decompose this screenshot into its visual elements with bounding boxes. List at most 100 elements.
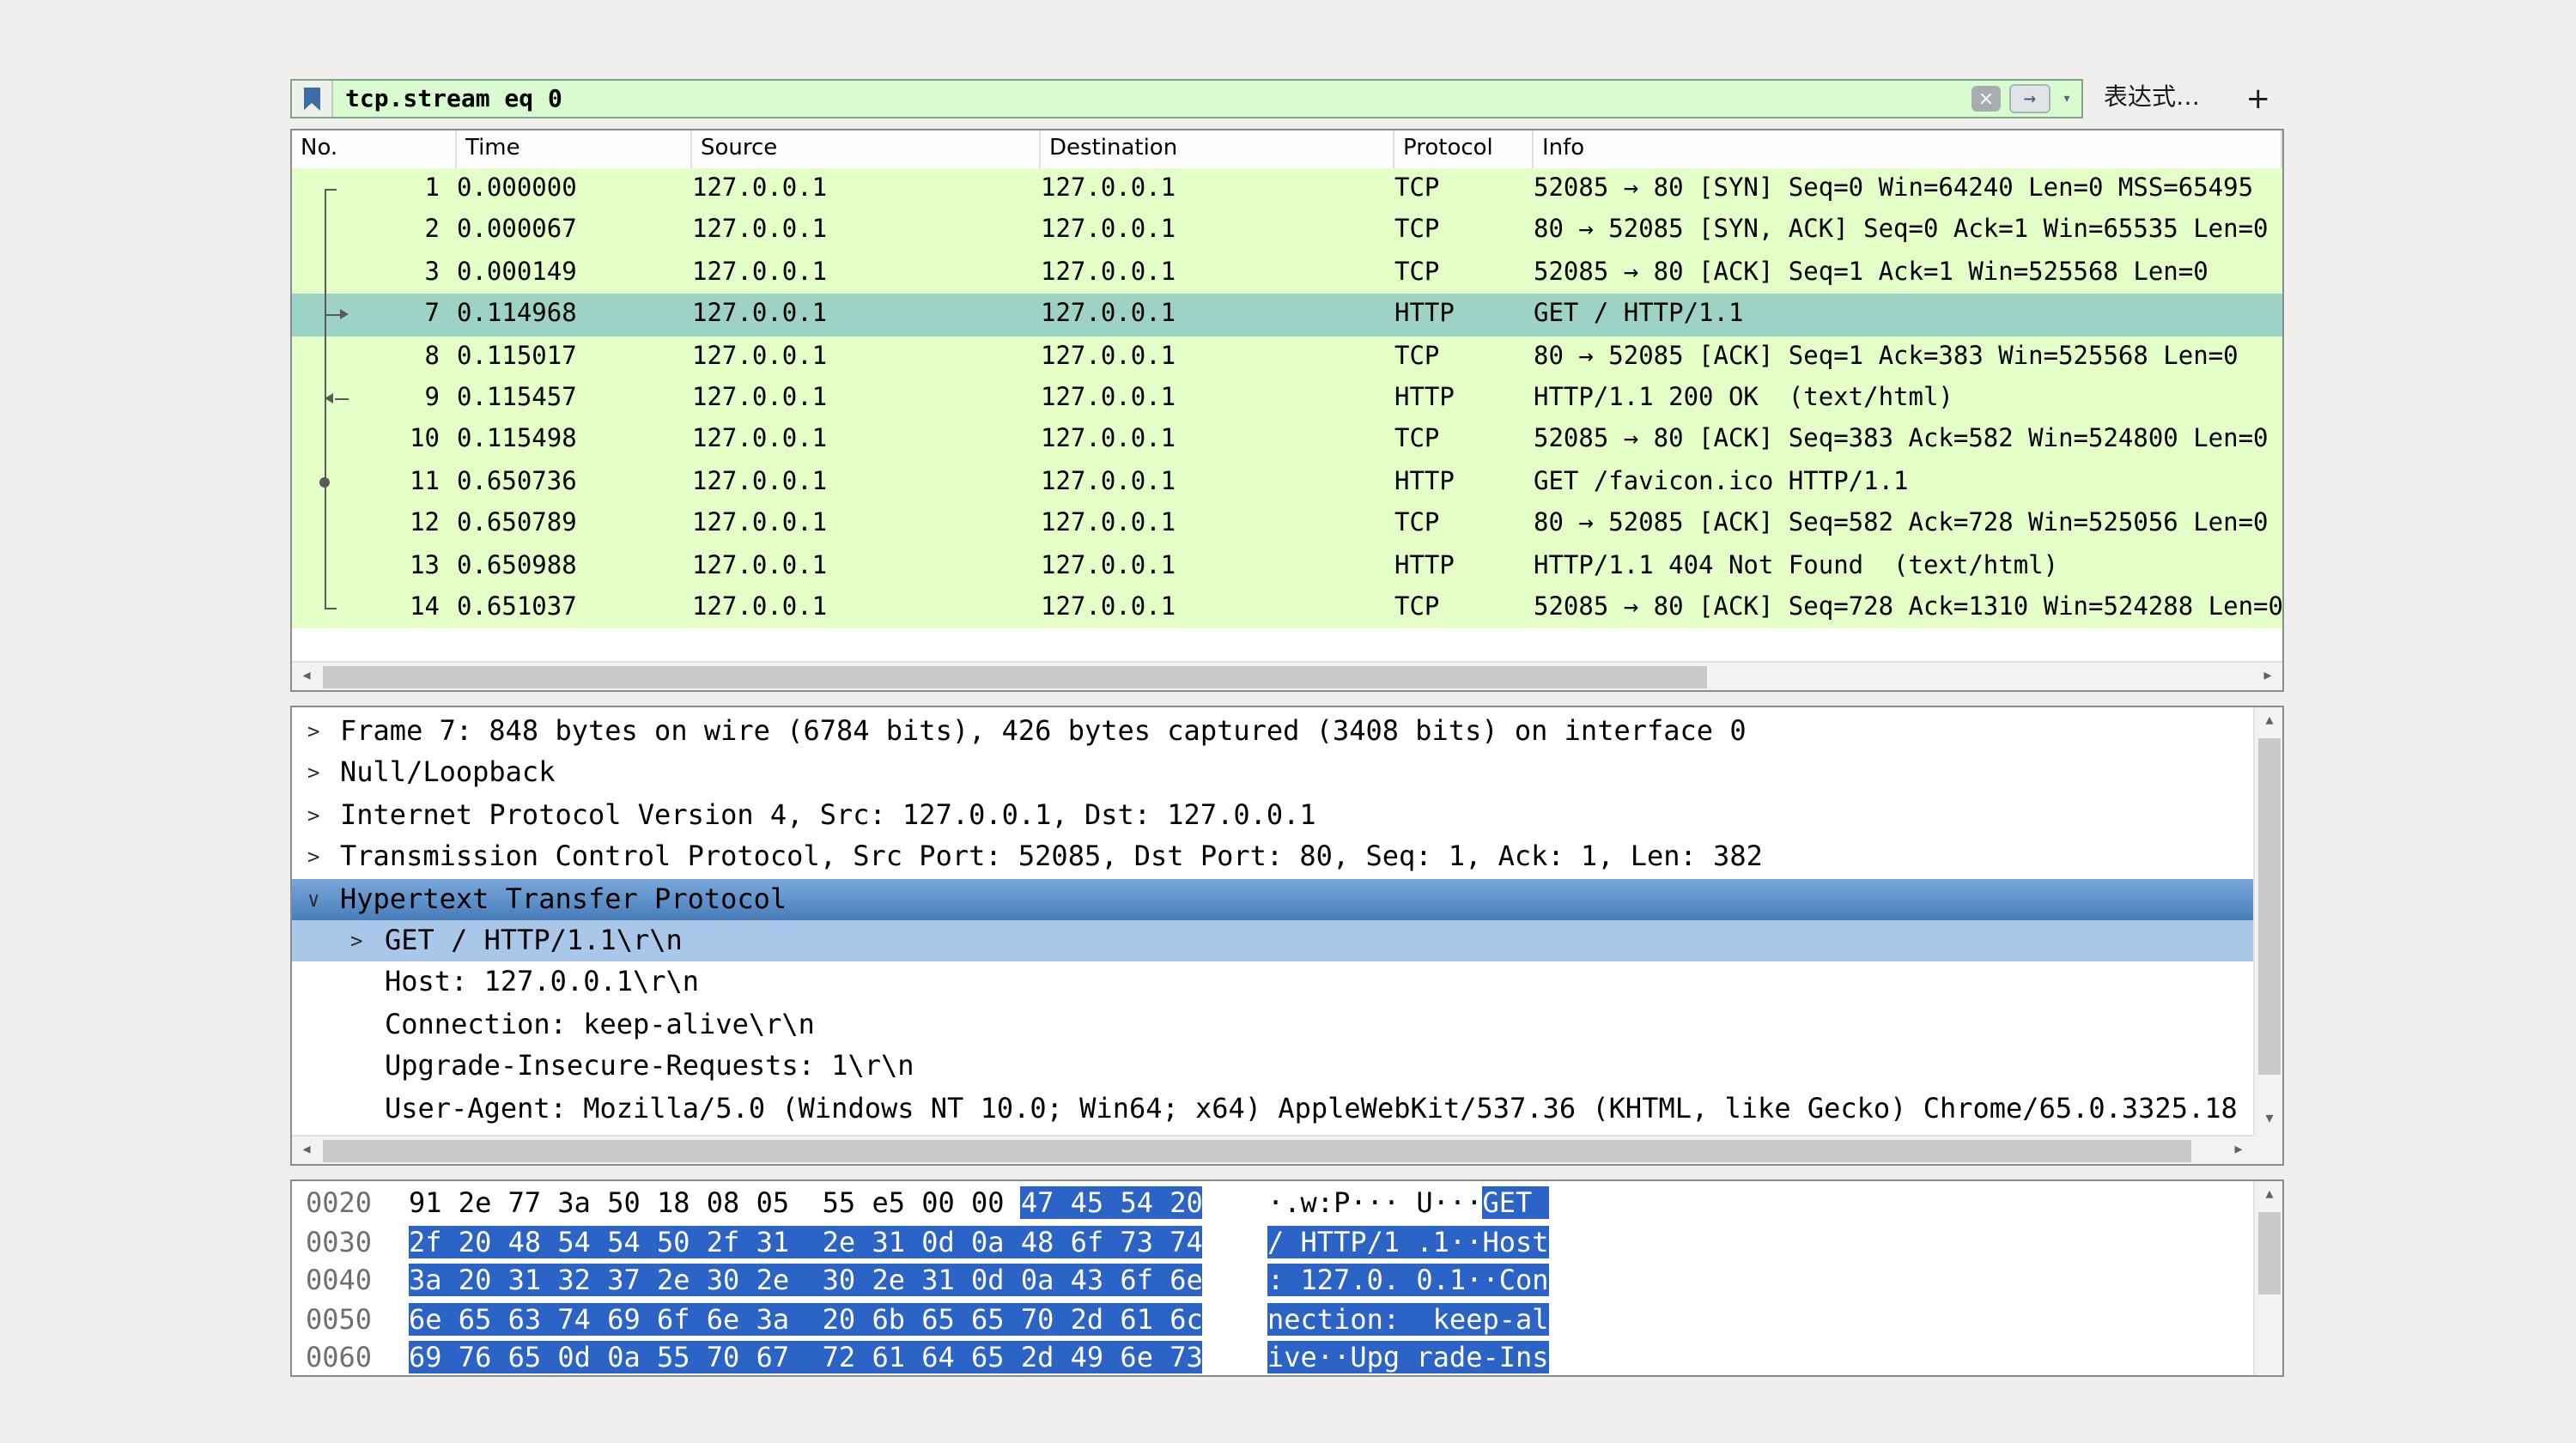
packet-list-hscrollbar[interactable]: ◂ ▸ [292, 661, 2282, 690]
cell-no: 1 [333, 168, 440, 210]
scrollbar-thumb[interactable] [2258, 1212, 2281, 1294]
cell-no: 9 [333, 378, 440, 420]
cell-no: 10 [333, 420, 440, 462]
hex-offset: 0040 [306, 1262, 372, 1301]
add-filter-button[interactable]: + [2246, 82, 2271, 116]
detail-line[interactable]: >Transmission Control Protocol, Src Port… [292, 836, 2253, 878]
cell-source: 127.0.0.1 [692, 294, 1029, 336]
packet-row[interactable]: 80.115017127.0.0.1127.0.0.1TCP80 → 52085… [292, 336, 2282, 378]
cell-destination: 127.0.0.1 [1041, 503, 1384, 545]
packet-row[interactable]: 100.115498127.0.0.1127.0.0.1TCP52085 → 8… [292, 420, 2282, 462]
hex-bytes: 69 76 65 0d 0a 55 70 67 72 61 64 65 2d 4… [409, 1340, 1203, 1377]
bookmark-button[interactable] [292, 81, 333, 117]
hex-row[interactable]: 00302f 20 48 54 54 50 2f 31 2e 31 0d 0a … [292, 1223, 2253, 1262]
ascii-bytes: / HTTP/1 .1··Host [1267, 1223, 1549, 1262]
cell-time: 0.115457 [457, 378, 680, 420]
filter-text[interactable]: tcp.stream eq 0 [333, 85, 1971, 112]
cell-info: 52085 → 80 [ACK] Seq=1 Ack=1 Win=525568 … [1534, 252, 2282, 294]
cell-protocol: TCP [1394, 587, 1525, 629]
detail-text: Host: 127.0.0.1\r\n [385, 962, 699, 1004]
ascii-bytes: ive··Upg rade-Ins [1267, 1340, 1549, 1377]
hex-dump-pane: 002091 2e 77 3a 50 18 08 05 55 e5 00 00 … [290, 1179, 2284, 1377]
column-header-destination[interactable]: Destination [1041, 130, 1394, 168]
expression-button[interactable]: 表达式… [2104, 79, 2200, 118]
scrollbar-corner [2253, 1135, 2282, 1164]
packet-row[interactable]: 30.000149127.0.0.1127.0.0.1TCP52085 → 80… [292, 252, 2282, 294]
cell-source: 127.0.0.1 [692, 545, 1029, 587]
cell-source: 127.0.0.1 [692, 210, 1029, 252]
ascii-bytes-highlight: / HTTP/1 .1··Host [1267, 1225, 1549, 1258]
hex-bytes: 2f 20 48 54 54 50 2f 31 2e 31 0d 0a 48 6… [409, 1223, 1203, 1262]
hex-row[interactable]: 00403a 20 31 32 37 2e 30 2e 30 2e 31 0d … [292, 1262, 2253, 1301]
hex-bytes-highlight: 6e 65 63 74 69 6f 6e 3a 20 6b 65 65 70 2… [409, 1303, 1203, 1336]
clear-filter-icon[interactable]: × [1971, 86, 2001, 112]
detail-line[interactable]: ∨Hypertext Transfer Protocol [292, 878, 2253, 920]
expander-icon[interactable]: > [307, 836, 319, 878]
hex-row[interactable]: 00506e 65 63 74 69 6f 6e 3a 20 6b 65 65 … [292, 1301, 2253, 1340]
scrollbar-thumb[interactable] [2258, 738, 2281, 1075]
scroll-down-icon[interactable]: ▾ [2255, 1106, 2284, 1135]
cell-time: 0.000000 [457, 168, 680, 210]
detail-line[interactable]: >Internet Protocol Version 4, Src: 127.0… [292, 795, 2253, 837]
hex-row[interactable]: 006069 76 65 0d 0a 55 70 67 72 61 64 65 … [292, 1340, 2253, 1377]
hex-vscrollbar[interactable]: ▴ [2253, 1181, 2282, 1375]
packet-row[interactable]: 10.000000127.0.0.1127.0.0.1TCP52085 → 80… [292, 168, 2282, 210]
cell-protocol: TCP [1394, 336, 1525, 378]
cell-protocol: TCP [1394, 503, 1525, 545]
detail-line[interactable]: User-Agent: Mozilla/5.0 (Windows NT 10.0… [292, 1088, 2253, 1130]
expander-icon[interactable]: > [307, 711, 319, 753]
packet-row[interactable]: 110.650736127.0.0.1127.0.0.1HTTPGET /fav… [292, 461, 2282, 503]
scroll-up-icon[interactable]: ▴ [2255, 707, 2284, 737]
column-header-info[interactable]: Info [1534, 130, 2282, 168]
expander-icon[interactable]: > [307, 753, 319, 795]
packet-row[interactable]: 20.000067127.0.0.1127.0.0.1TCP80 → 52085… [292, 210, 2282, 252]
cell-no: 12 [333, 503, 440, 545]
wireshark-main-window: tcp.stream eq 0 × → ▾ 表达式… + No.TimeSour… [0, 0, 2576, 1443]
cell-info: HTTP/1.1 404 Not Found (text/html) [1534, 545, 2282, 587]
hex-row[interactable]: 002091 2e 77 3a 50 18 08 05 55 e5 00 00 … [292, 1185, 2253, 1223]
display-filter-input[interactable]: tcp.stream eq 0 × → ▾ [290, 79, 2083, 118]
cell-protocol: HTTP [1394, 378, 1525, 420]
packet-row[interactable]: 140.651037127.0.0.1127.0.0.1TCP52085 → 8… [292, 587, 2282, 629]
filter-history-dropdown-icon[interactable]: ▾ [2056, 90, 2078, 107]
scroll-right-icon[interactable]: ▸ [2224, 1137, 2253, 1166]
scrollbar-thumb[interactable] [323, 666, 1707, 688]
cell-info: 80 → 52085 [ACK] Seq=1 Ack=383 Win=52556… [1534, 336, 2282, 378]
packet-row[interactable]: 130.650988127.0.0.1127.0.0.1HTTPHTTP/1.1… [292, 545, 2282, 587]
packet-detail-tree: > Frame 7: 848 bytes on wire (6784 bits),… [292, 711, 2253, 1130]
apply-filter-icon[interactable]: → [2009, 84, 2050, 113]
scrollbar-thumb[interactable] [323, 1140, 2191, 1162]
packet-row[interactable]: 120.650789127.0.0.1127.0.0.1TCP80 → 5208… [292, 503, 2282, 545]
column-header-source[interactable]: Source [692, 130, 1041, 168]
column-header-no[interactable]: No. [292, 130, 457, 168]
column-header-time[interactable]: Time [457, 130, 692, 168]
expander-icon[interactable]: > [350, 920, 362, 962]
cell-destination: 127.0.0.1 [1041, 461, 1384, 503]
scroll-left-icon[interactable]: ◂ [292, 1137, 321, 1166]
detail-hscrollbar[interactable]: ◂ ▸ [292, 1135, 2253, 1164]
detail-text: Frame 7: 848 bytes on wire (6784 bits), … [340, 711, 1747, 753]
cell-source: 127.0.0.1 [692, 168, 1029, 210]
detail-line[interactable]: >Null/Loopback [292, 753, 2253, 795]
detail-text: GET / HTTP/1.1\r\n [385, 920, 683, 962]
packet-row[interactable]: 90.115457127.0.0.1127.0.0.1HTTPHTTP/1.1 … [292, 378, 2282, 420]
expander-icon[interactable]: ∨ [307, 878, 319, 920]
cell-info: 80 → 52085 [ACK] Seq=582 Ack=728 Win=525… [1534, 503, 2282, 545]
cell-time: 0.651037 [457, 587, 680, 629]
detail-line[interactable]: Host: 127.0.0.1\r\n [292, 962, 2253, 1004]
detail-vscrollbar[interactable]: ▴ ▾ [2253, 707, 2282, 1135]
detail-line[interactable]: Connection: keep-alive\r\n [292, 1003, 2253, 1046]
detail-line[interactable]: > Frame 7: 848 bytes on wire (6784 bits),… [292, 711, 2253, 753]
column-header-protocol[interactable]: Protocol [1394, 130, 1534, 168]
packet-row[interactable]: 70.114968127.0.0.1127.0.0.1HTTPGET / HTT… [292, 294, 2282, 336]
scroll-right-icon[interactable]: ▸ [2253, 663, 2282, 692]
cell-source: 127.0.0.1 [692, 252, 1029, 294]
scroll-up-icon[interactable]: ▴ [2255, 1181, 2284, 1210]
detail-line[interactable]: Upgrade-Insecure-Requests: 1\r\n [292, 1046, 2253, 1088]
expander-icon[interactable]: > [307, 795, 319, 837]
bookmark-icon [303, 87, 320, 111]
cell-no: 11 [333, 461, 440, 503]
scroll-left-icon[interactable]: ◂ [292, 663, 321, 692]
detail-line[interactable]: > GET / HTTP/1.1\r\n [292, 920, 2253, 962]
cell-protocol: HTTP [1394, 294, 1525, 336]
